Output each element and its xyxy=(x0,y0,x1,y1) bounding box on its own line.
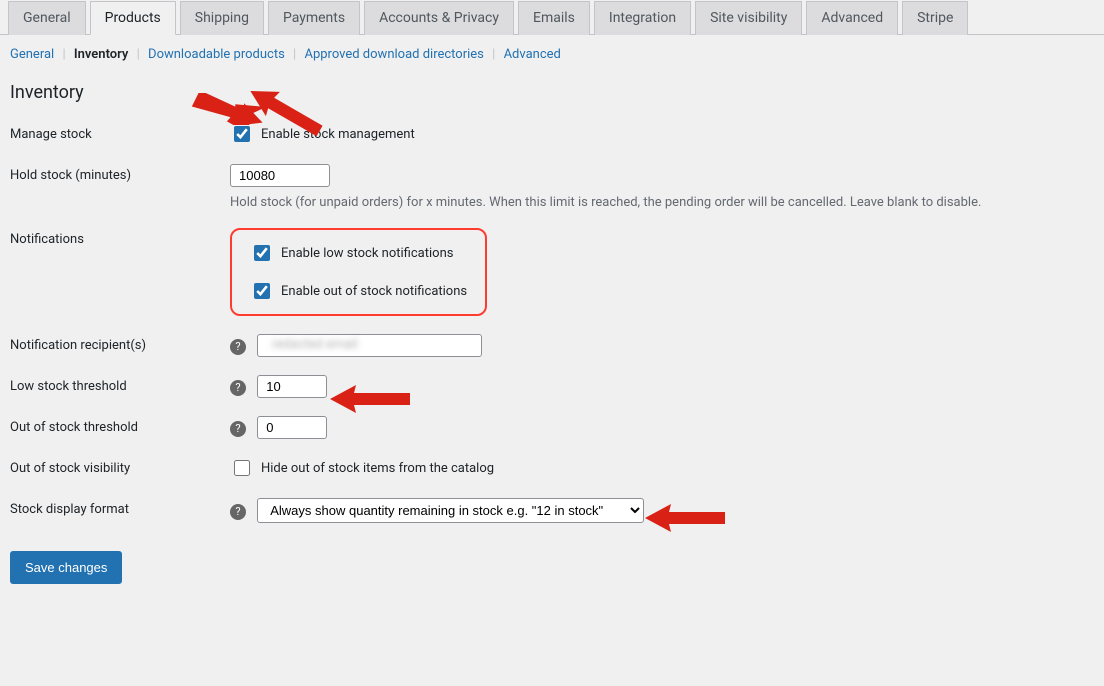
save-changes-button[interactable]: Save changes xyxy=(10,551,122,584)
settings-form: Manage stock Enable stock management Hol… xyxy=(0,123,1104,523)
row-manage-stock: Manage stock Enable stock management xyxy=(10,123,1094,146)
oos-visibility-label[interactable]: Hide out of stock items from the catalog xyxy=(230,457,494,479)
tab-site-visibility[interactable]: Site visibility xyxy=(695,1,802,35)
tab-shipping[interactable]: Shipping xyxy=(180,1,264,35)
label-low-threshold: Low stock threshold xyxy=(10,375,230,394)
sub-tabs: General | Inventory | Downloadable produ… xyxy=(0,43,1104,74)
subtab-inventory[interactable]: Inventory xyxy=(74,47,129,62)
oos-visibility-text: Hide out of stock items from the catalog xyxy=(261,461,494,476)
separator: | xyxy=(137,47,140,62)
subtab-approved-dirs[interactable]: Approved download directories xyxy=(304,47,483,62)
page-title: Inventory xyxy=(10,82,1094,103)
display-format-select[interactable]: Always show quantity remaining in stock … xyxy=(257,498,644,523)
subtab-advanced[interactable]: Advanced xyxy=(504,47,561,62)
help-icon[interactable]: ? xyxy=(230,380,246,396)
subtab-general[interactable]: General xyxy=(10,47,54,62)
row-oos-threshold: Out of stock threshold ? xyxy=(10,416,1094,439)
manage-stock-checkbox-label[interactable]: Enable stock management xyxy=(230,123,415,145)
row-notifications: Notifications Enable low stock notificat… xyxy=(10,228,1094,316)
oos-notif-label[interactable]: Enable out of stock notifications xyxy=(250,280,467,302)
label-notifications: Notifications xyxy=(10,228,230,247)
oos-notif-text: Enable out of stock notifications xyxy=(281,284,467,299)
label-display-format: Stock display format xyxy=(10,498,230,517)
low-stock-notif-label[interactable]: Enable low stock notifications xyxy=(250,242,467,264)
tab-payments[interactable]: Payments xyxy=(268,1,360,35)
hold-stock-description: Hold stock (for unpaid orders) for x min… xyxy=(230,195,1094,210)
label-recipients: Notification recipient(s) xyxy=(10,334,230,353)
oos-notif-checkbox[interactable] xyxy=(254,283,270,299)
low-stock-notif-checkbox[interactable] xyxy=(254,245,270,261)
help-icon[interactable]: ? xyxy=(230,339,246,355)
separator: | xyxy=(492,47,495,62)
annotation-arrow-icon xyxy=(330,383,410,415)
manage-stock-checkbox[interactable] xyxy=(234,126,250,142)
oos-visibility-checkbox[interactable] xyxy=(234,460,250,476)
hold-stock-input[interactable] xyxy=(230,164,330,187)
label-oos-threshold: Out of stock threshold xyxy=(10,416,230,435)
submit-row: Save changes xyxy=(0,541,1104,594)
notifications-highlight-box: Enable low stock notifications Enable ou… xyxy=(230,228,487,316)
recipients-input[interactable] xyxy=(257,334,482,357)
oos-threshold-input[interactable] xyxy=(257,416,327,439)
row-display-format: Stock display format ? Always show quant… xyxy=(10,498,1094,523)
low-stock-notif-text: Enable low stock notifications xyxy=(281,246,453,261)
label-manage-stock: Manage stock xyxy=(10,123,230,142)
main-tabs: General Products Shipping Payments Accou… xyxy=(0,0,1104,35)
tab-emails[interactable]: Emails xyxy=(518,1,590,35)
manage-stock-text: Enable stock management xyxy=(261,127,415,142)
help-icon[interactable]: ? xyxy=(230,504,246,520)
tab-integration[interactable]: Integration xyxy=(594,1,691,35)
low-threshold-input[interactable] xyxy=(257,375,327,398)
subtab-downloadable[interactable]: Downloadable products xyxy=(148,47,285,62)
tab-advanced[interactable]: Advanced xyxy=(806,1,898,35)
tab-accounts-privacy[interactable]: Accounts & Privacy xyxy=(364,1,514,35)
row-oos-visibility: Out of stock visibility Hide out of stoc… xyxy=(10,457,1094,480)
tab-products[interactable]: Products xyxy=(90,1,176,35)
label-oos-visibility: Out of stock visibility xyxy=(10,457,230,476)
annotation-arrow-icon xyxy=(645,502,725,534)
label-hold-stock: Hold stock (minutes) xyxy=(10,164,230,183)
row-hold-stock: Hold stock (minutes) Hold stock (for unp… xyxy=(10,164,1094,210)
row-low-threshold: Low stock threshold ? xyxy=(10,375,1094,398)
tab-stripe[interactable]: Stripe xyxy=(902,1,968,35)
row-recipients: Notification recipient(s) ? redacted ema… xyxy=(10,334,1094,357)
tab-general[interactable]: General xyxy=(8,1,86,35)
help-icon[interactable]: ? xyxy=(230,421,246,437)
separator: | xyxy=(62,47,65,62)
separator: | xyxy=(293,47,296,62)
